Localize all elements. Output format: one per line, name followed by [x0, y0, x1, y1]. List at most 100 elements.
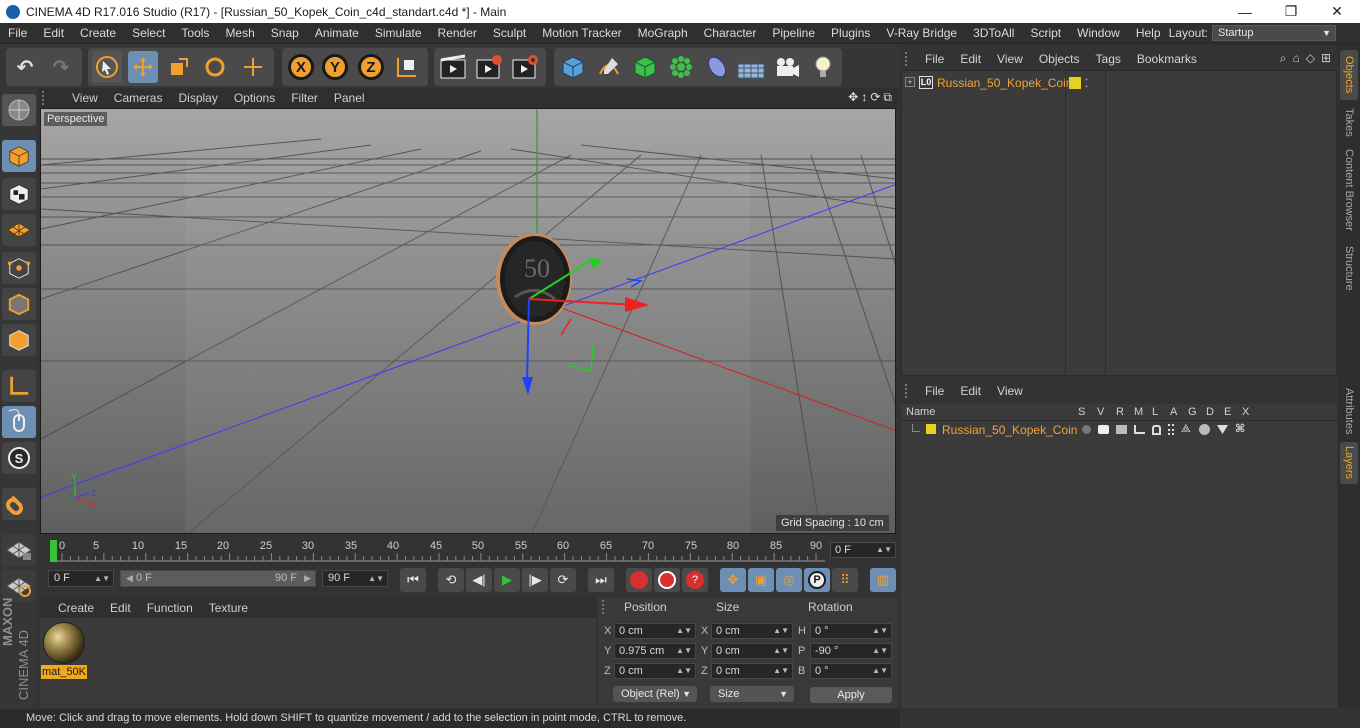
render-settings-icon[interactable] — [510, 51, 540, 83]
menu-tools[interactable]: Tools — [173, 26, 217, 40]
position-z-field[interactable]: 0 cm ▲▼ — [614, 663, 696, 679]
timeline-ruler[interactable]: 0 5 10 15 20 25 30 35 40 45 50 55 60 65 … — [50, 540, 825, 562]
floor-environment-icon[interactable] — [736, 51, 766, 83]
lock-toggle-icon[interactable] — [1152, 424, 1161, 435]
key-pla-icon[interactable]: ⠿ — [832, 568, 858, 592]
menu-help[interactable]: Help — [1128, 26, 1169, 40]
viewport-menu-filter[interactable]: Filter — [283, 91, 326, 105]
layers-menu-view[interactable]: View — [989, 384, 1031, 398]
rotation-p-field[interactable]: -90 ° ▲▼ — [810, 643, 892, 659]
tab-objects[interactable]: Objects — [1340, 50, 1358, 100]
step-forward-icon[interactable]: |▶ — [522, 568, 548, 592]
playhead-marker[interactable] — [50, 540, 57, 562]
y-axis-lock-button[interactable]: Y — [320, 51, 350, 83]
search-icon[interactable]: ⌕ — [1280, 51, 1287, 66]
viewport-menu-cameras[interactable]: Cameras — [106, 91, 171, 105]
layers-menu-edit[interactable]: Edit — [952, 384, 989, 398]
key-position-icon[interactable]: ✥ — [720, 568, 746, 592]
viewport-menu-options[interactable]: Options — [226, 91, 283, 105]
menu-script[interactable]: Script — [1022, 26, 1069, 40]
layer-name[interactable]: Russian_50_Kopek_Coin — [942, 423, 1077, 437]
menu-render[interactable]: Render — [430, 26, 485, 40]
tweak-mode-icon[interactable] — [2, 406, 36, 438]
enable-axis-icon[interactable] — [2, 370, 36, 402]
tab-attributes[interactable]: Attributes — [1340, 382, 1358, 440]
menu-motion-tracker[interactable]: Motion Tracker — [534, 26, 629, 40]
point-mode-icon[interactable] — [2, 252, 36, 284]
expand-toggle-icon[interactable]: + — [905, 77, 915, 87]
key-parameter-icon[interactable]: P — [804, 568, 830, 592]
menu-window[interactable]: Window — [1069, 26, 1128, 40]
menu-animate[interactable]: Animate — [307, 26, 367, 40]
render-toggle-icon[interactable] — [1116, 425, 1127, 434]
deformer-icon[interactable] — [702, 51, 732, 83]
viewport-menu-panel[interactable]: Panel — [326, 91, 373, 105]
coordinate-mode-dropdown[interactable]: Object (Rel) ▼ — [613, 686, 697, 702]
render-view-icon[interactable] — [438, 51, 468, 83]
object-menu-bookmarks[interactable]: Bookmarks — [1129, 52, 1205, 66]
visibility-dots-icon[interactable]: • • — [1085, 76, 1091, 91]
menu-mograph[interactable]: MoGraph — [630, 26, 696, 40]
solo-mode-icon[interactable]: S — [2, 442, 36, 474]
animation-toggle-icon[interactable] — [1168, 424, 1174, 435]
menu-sculpt[interactable]: Sculpt — [485, 26, 534, 40]
menu-simulate[interactable]: Simulate — [367, 26, 430, 40]
rotate-tool-icon[interactable] — [200, 51, 230, 83]
goto-next-key-icon[interactable]: ⟳ — [550, 568, 576, 592]
material-name[interactable]: mat_50K — [41, 665, 87, 679]
size-x-field[interactable]: 0 cm ▲▼ — [711, 623, 793, 639]
live-selection-icon[interactable] — [92, 51, 122, 83]
light-icon[interactable] — [808, 51, 838, 83]
object-menu-file[interactable]: File — [917, 52, 952, 66]
tab-content-browser[interactable]: Content Browser — [1340, 144, 1358, 236]
key-scale-icon[interactable]: ▣ — [748, 568, 774, 592]
object-menu-view[interactable]: View — [989, 52, 1031, 66]
autokeying-icon[interactable] — [654, 568, 680, 592]
minimize-button[interactable]: — — [1222, 0, 1268, 23]
start-frame-field[interactable]: 0 F ▲▼ — [48, 570, 114, 587]
layer-color-swatch[interactable] — [1069, 77, 1081, 89]
workplane-lock-icon[interactable] — [2, 534, 36, 566]
view-toggle-icon[interactable] — [1098, 425, 1109, 434]
object-name[interactable]: Russian_50_Kopek_Coin — [937, 76, 1072, 90]
goto-prev-key-icon[interactable]: ⟲ — [438, 568, 464, 592]
menu-3dtoall[interactable]: 3DToAll — [965, 26, 1022, 40]
layer-color-swatch[interactable] — [926, 424, 936, 434]
expression-toggle-icon[interactable] — [1217, 425, 1228, 434]
column-xref[interactable]: X — [1242, 406, 1249, 418]
material-preview-thumbnail[interactable] — [43, 622, 85, 664]
menu-select[interactable]: Select — [124, 26, 173, 40]
edge-mode-icon[interactable] — [2, 288, 36, 320]
dolly-view-icon[interactable]: ↕ — [861, 90, 867, 105]
menu-pipeline[interactable]: Pipeline — [764, 26, 823, 40]
menu-mesh[interactable]: Mesh — [217, 26, 262, 40]
pan-view-icon[interactable]: ✥ — [848, 90, 858, 105]
size-y-field[interactable]: 0 cm ▲▼ — [711, 643, 793, 659]
home-icon[interactable]: ⌂ — [1292, 51, 1299, 66]
column-name[interactable]: Name — [906, 406, 935, 418]
material-menu-create[interactable]: Create — [40, 601, 102, 615]
rotate-view-icon[interactable]: ⟳ — [870, 90, 880, 105]
layers-menu-file[interactable]: File — [917, 384, 952, 398]
z-axis-lock-button[interactable]: Z — [356, 51, 386, 83]
perspective-viewport[interactable]: 50 Y Z X — [40, 108, 896, 534]
undo-icon[interactable]: ↶ — [10, 51, 40, 83]
camera-icon[interactable] — [772, 51, 802, 83]
menu-character[interactable]: Character — [696, 26, 765, 40]
toggle-view-icon[interactable]: ⧉ — [883, 90, 892, 105]
viewport-menu-display[interactable]: Display — [170, 91, 225, 105]
column-view[interactable]: V — [1097, 406, 1104, 418]
material-menu-function[interactable]: Function — [139, 601, 201, 615]
tab-takes[interactable]: Takes — [1340, 102, 1358, 142]
xref-toggle-icon[interactable]: ⌘ — [1235, 424, 1246, 435]
timeline-window-icon[interactable]: ▥ — [870, 568, 896, 592]
recent-tool-icon[interactable] — [238, 51, 268, 83]
record-keys-icon[interactable] — [626, 568, 652, 592]
texture-mode-icon[interactable] — [2, 178, 36, 210]
new-panel-icon[interactable]: ⊞ — [1321, 51, 1331, 66]
frame-range-slider[interactable]: ◀ 0 F 90 F ▶ — [120, 570, 316, 587]
tab-structure[interactable]: Structure — [1340, 240, 1358, 296]
object-menu-objects[interactable]: Objects — [1031, 52, 1088, 66]
size-mode-dropdown[interactable]: Size ▼ — [710, 686, 794, 702]
deformer-toggle-icon[interactable] — [1199, 424, 1210, 435]
